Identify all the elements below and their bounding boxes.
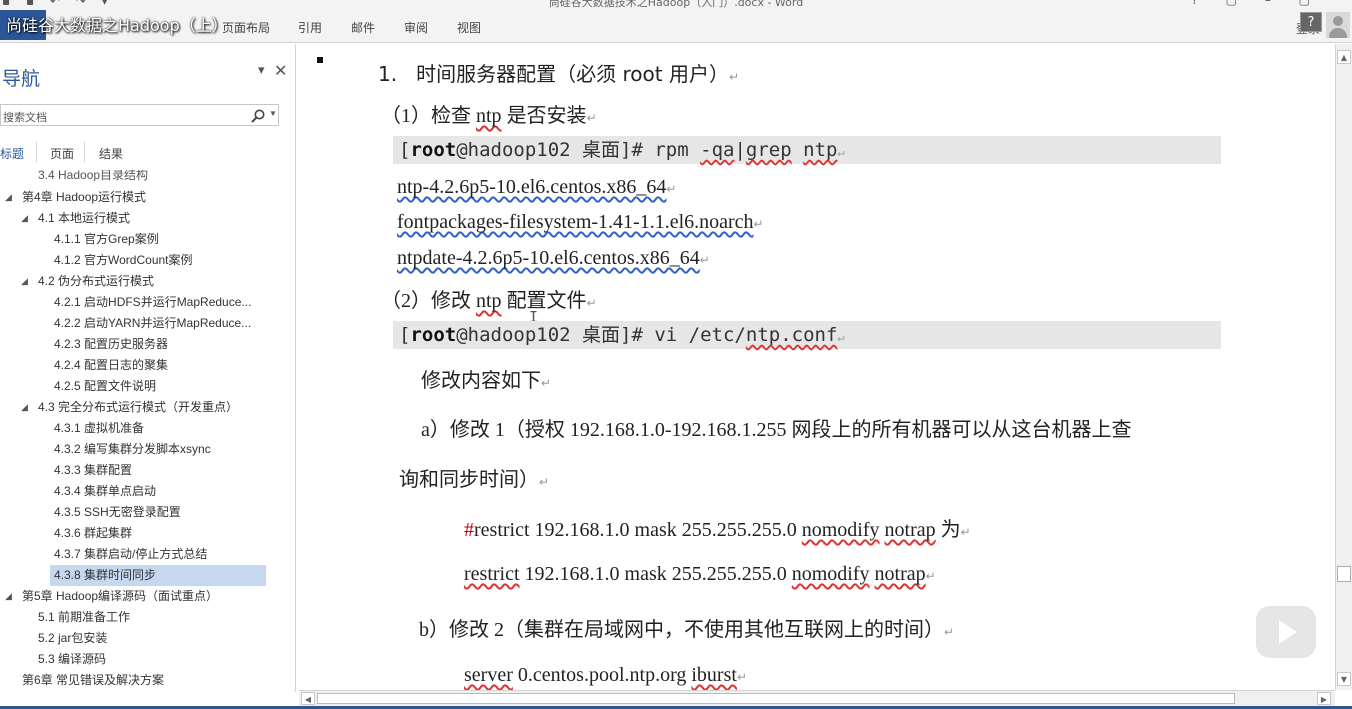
tree-item[interactable]: 4.3.7 集群启动/停止方式总结	[54, 544, 207, 565]
search-dropdown-icon[interactable]: ▼	[269, 109, 277, 118]
paragraph: a）修改 1（授权 192.168.1.0-192.168.1.255 网段上的…	[421, 419, 1132, 441]
output-line: ntpdate-4.2.6p5-10.el6.centos.x86_64↵	[397, 247, 710, 269]
tree-item[interactable]: 4.2 伪分布式运行模式	[38, 271, 154, 292]
scroll-thumb[interactable]	[317, 693, 1235, 704]
heading-bullet	[317, 57, 323, 63]
divider	[84, 142, 85, 162]
tree-item[interactable]: 4.3.2 编写集群分发脚本xsync	[54, 439, 211, 460]
step-1-paragraph: （1）检查 ntp 是否安装↵	[381, 105, 597, 127]
scroll-down-icon[interactable]: ▼	[1337, 672, 1351, 686]
video-title-overlay: 尚硅谷大数据之Hadoop（上）	[6, 16, 228, 35]
nav-options-icon[interactable]: ▾	[258, 62, 265, 78]
code-block-rpm: [root@hadoop102 桌面]# rpm -qa|grep ntp↵	[393, 136, 1221, 164]
nav-pane-title: 导航	[2, 69, 41, 90]
nav-tab-headings[interactable]: 标题	[0, 145, 24, 162]
collapse-icon[interactable]: ◢	[21, 208, 28, 229]
tree-item[interactable]: 4.1.1 官方Grep案例	[54, 229, 159, 250]
section-heading: 1. 时间服务器配置（必须 root 用户）↵	[378, 58, 739, 87]
collapse-icon[interactable]: ◢	[21, 397, 28, 418]
title-bar: ▪ ▪ ↶ ↷ ▾ 尚硅谷大数据技术之Hadoop（入门）.docx - Wor…	[0, 0, 1352, 10]
tree-item[interactable]: 5.1 前期准备工作	[38, 607, 130, 628]
horizontal-scrollbar[interactable]: ◀ ▶	[299, 690, 1335, 706]
tree-item[interactable]: 4.2.4 配置日志的聚集	[54, 355, 168, 376]
collapse-icon[interactable]: ◢	[5, 187, 12, 208]
tab-layout[interactable]: 页面布局	[222, 19, 270, 36]
collapse-icon[interactable]: ◢	[21, 271, 28, 292]
collapse-icon[interactable]: ◢	[5, 586, 12, 607]
tree-item[interactable]: 4.2.3 配置历史服务器	[54, 334, 168, 355]
tree-item-selected[interactable]: 4.3.8 集群时间同步	[50, 565, 266, 586]
play-icon[interactable]	[1256, 606, 1316, 658]
nav-tab-pages[interactable]: 页面	[50, 145, 74, 162]
scroll-up-icon[interactable]: ▲	[1337, 50, 1351, 64]
tree-item[interactable]: 5.3 编译源码	[38, 649, 106, 670]
nav-tab-results[interactable]: 结果	[99, 145, 123, 162]
output-line: ntp-4.2.6p5-10.el6.centos.x86_64↵	[397, 176, 677, 198]
tree-item[interactable]: 4.3.5 SSH无密登录配置	[54, 502, 181, 523]
output-line: fontpackages-filesystem-1.41-1.1.el6.noa…	[397, 211, 764, 233]
config-line: #restrict 192.168.1.0 mask 255.255.255.0…	[464, 519, 971, 541]
window-title: 尚硅谷大数据技术之Hadoop（入门）.docx - Word	[548, 0, 804, 9]
tree-item[interactable]: 5.2 jar包安装	[38, 628, 107, 649]
tree-item[interactable]: 第4章 Hadoop运行模式	[22, 187, 146, 208]
user-avatar[interactable]	[1326, 12, 1350, 38]
help-button[interactable]: ?	[1300, 12, 1322, 32]
tree-item[interactable]: 4.1.2 官方WordCount案例	[54, 250, 193, 271]
config-line: restrict 192.168.1.0 mask 255.255.255.0 …	[464, 563, 936, 585]
heading-number: 1.	[378, 62, 398, 86]
navigation-pane: 导航 ▾ ✕ 搜索文档 ▼ 标题 页面 结果 3.4 Hadoop目录结构 ◢ …	[0, 44, 296, 692]
tree-item[interactable]: 4.3.3 集群配置	[54, 460, 132, 481]
paragraph-mark: ↵	[728, 70, 740, 84]
tab-view[interactable]: 视图	[457, 19, 481, 36]
step-2-paragraph: （2）修改 ntp 配置文件↵	[381, 290, 597, 312]
vertical-scrollbar[interactable]: ▲ ▼	[1335, 44, 1352, 690]
tree-item[interactable]: 3.4 Hadoop目录结构	[38, 170, 148, 181]
heading-text: 时间服务器配置（必须 root 用户）	[416, 62, 729, 86]
scroll-right-icon[interactable]: ▶	[1317, 692, 1331, 705]
scroll-left-icon[interactable]: ◀	[301, 692, 315, 705]
tree-item[interactable]: 4.3 完全分布式运行模式（开发重点）	[38, 397, 238, 418]
window-controls[interactable]: ? ▢ – ▢	[1192, 0, 1323, 7]
document-page[interactable]: 1. 时间服务器配置（必须 root 用户）↵ （1）检查 ntp 是否安装↵ …	[297, 44, 1335, 690]
paragraph: 修改内容如下↵	[421, 370, 552, 392]
paragraph: b）修改 2（集群在局域网中，不使用其他互联网上的时间）↵	[419, 619, 955, 641]
tab-mailings[interactable]: 邮件	[351, 19, 375, 36]
search-icon[interactable]	[250, 108, 266, 124]
config-line: server 0.centos.pool.ntp.org iburst↵	[464, 664, 747, 686]
tree-item[interactable]: 4.2.2 启动YARN并运行MapReduce...	[54, 313, 251, 334]
nav-search-box[interactable]: 搜索文档 ▼	[0, 104, 279, 126]
tab-references[interactable]: 引用	[298, 19, 322, 36]
tab-review[interactable]: 审阅	[404, 19, 428, 36]
tree-item[interactable]: 第5章 Hadoop编译源码（面试重点）	[22, 586, 218, 607]
tree-item[interactable]: 第6章 常见错误及解决方案	[22, 670, 164, 691]
nav-close-icon[interactable]: ✕	[274, 61, 287, 81]
scroll-thumb[interactable]	[1337, 566, 1351, 582]
tree-item[interactable]: 4.3.6 群起集群	[54, 523, 132, 544]
paragraph: 询和同步时间）↵	[399, 469, 550, 491]
divider	[36, 142, 37, 162]
tree-item[interactable]: 4.3.1 虚拟机准备	[54, 418, 144, 439]
tree-item[interactable]: 4.3.4 集群单点启动	[54, 481, 156, 502]
tree-item[interactable]: 4.2.1 启动HDFS并运行MapReduce...	[54, 292, 251, 313]
nav-search-input[interactable]: 搜索文档	[3, 109, 47, 125]
tree-item[interactable]: 4.1 本地运行模式	[38, 208, 130, 229]
tree-item[interactable]: 4.2.5 配置文件说明	[54, 376, 156, 397]
code-block-vi: [root@hadoop102 桌面]# vi /etc/ntp.conf↵	[393, 321, 1221, 349]
